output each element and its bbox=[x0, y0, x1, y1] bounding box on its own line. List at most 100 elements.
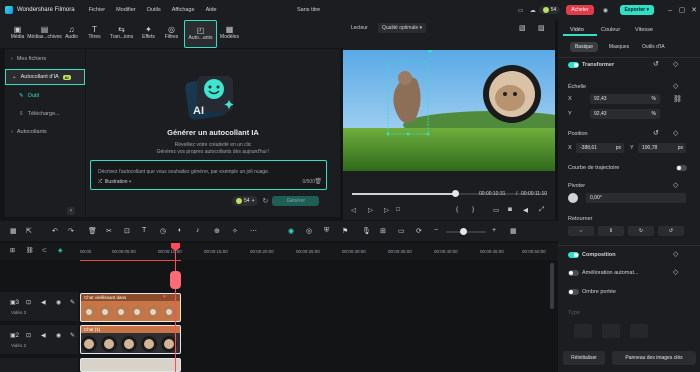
lock-icon[interactable]: ⊡ bbox=[26, 332, 31, 339]
camera-icon[interactable]: ◙ bbox=[508, 206, 512, 213]
rotate-dial[interactable] bbox=[568, 193, 578, 203]
flip-horizontal-button[interactable]: ⇔ bbox=[568, 226, 594, 236]
playhead-split-marker[interactable] bbox=[170, 271, 181, 289]
layout-icon[interactable]: ▦ bbox=[10, 227, 17, 235]
account-icon[interactable]: ◉ bbox=[600, 7, 612, 14]
mic-icon[interactable]: 🎙 bbox=[362, 227, 371, 235]
keyframe-icon[interactable]: ◇ bbox=[673, 268, 678, 276]
close-icon[interactable]: ✕ bbox=[688, 6, 700, 14]
snapshot-icon[interactable]: ▧ bbox=[519, 24, 526, 32]
color-icon[interactable]: ◐ bbox=[178, 227, 182, 234]
tab-video[interactable]: Vidéo bbox=[570, 27, 584, 33]
menu-view[interactable]: Affichage bbox=[172, 7, 195, 13]
video-preview[interactable] bbox=[343, 50, 555, 171]
zoom-fit-icon[interactable]: ⊕ bbox=[214, 227, 220, 235]
sidebar-item-tool[interactable]: ✎ Outil bbox=[5, 88, 85, 104]
grid-view-icon[interactable]: ▦ bbox=[510, 227, 517, 235]
tab-speed[interactable]: Vitesse bbox=[635, 27, 653, 33]
menu-edit[interactable]: Modifier bbox=[116, 7, 136, 13]
sidebar-item-stickers[interactable]: › Autocollants bbox=[5, 124, 85, 140]
snap-toggle-icon[interactable]: ◈ bbox=[58, 247, 63, 254]
display-icon[interactable]: ▭ bbox=[493, 206, 499, 214]
mark-out-icon[interactable]: } bbox=[472, 206, 474, 213]
crop-icon[interactable]: ⊡ bbox=[124, 227, 130, 235]
menu-tools[interactable]: Outils bbox=[147, 7, 161, 13]
next-frame-icon[interactable]: ▷ bbox=[384, 206, 389, 214]
plus-icon[interactable]: + bbox=[252, 198, 255, 204]
keyframe-panel-button[interactable]: Panneau des images clés bbox=[612, 351, 696, 365]
path-curve-toggle[interactable] bbox=[676, 165, 687, 171]
tab-media[interactable]: ▣ Média bbox=[7, 20, 28, 48]
keyframe-icon[interactable]: ◇ bbox=[673, 250, 678, 258]
undo-icon[interactable]: ↶ bbox=[52, 227, 58, 235]
play-icon[interactable]: ▷ bbox=[368, 206, 373, 214]
tab-stock-media[interactable]: ▤ Médias...chives bbox=[27, 20, 61, 48]
clip-video-2[interactable]: Chat (1) ♥ bbox=[80, 325, 181, 354]
monitor-icon[interactable]: ▭ bbox=[515, 7, 527, 14]
scale-y-field[interactable]: 92,43% bbox=[590, 109, 660, 119]
select-tool-icon[interactable]: ⇱ bbox=[26, 227, 32, 235]
keyframe-icon[interactable]: ◇ bbox=[673, 82, 678, 90]
keyframe-icon[interactable]: ◇ bbox=[673, 60, 678, 68]
mark-in-icon[interactable]: { bbox=[456, 206, 458, 213]
menu-help[interactable]: Aide bbox=[206, 7, 217, 13]
export-button[interactable]: Exporter ▾ bbox=[619, 5, 654, 15]
delete-icon[interactable]: 🗑 bbox=[88, 227, 97, 235]
audio-tool-icon[interactable]: ♪ bbox=[196, 227, 200, 234]
shadow-toggle[interactable] bbox=[568, 289, 579, 295]
tab-templates[interactable]: ▦ Modèles bbox=[219, 20, 240, 48]
visibility-icon[interactable]: ◉ bbox=[56, 299, 61, 306]
text-tool-icon[interactable]: T bbox=[142, 227, 146, 234]
minimize-icon[interactable]: – bbox=[664, 7, 676, 14]
mute-track-icon[interactable]: ✎ bbox=[70, 332, 75, 339]
clip-video-3[interactable]: Chat vieillissant dans ♥ bbox=[80, 293, 181, 322]
picture-icon[interactable]: ▨ bbox=[538, 24, 545, 32]
clip-video-1[interactable] bbox=[80, 358, 181, 372]
zoom-out-icon[interactable]: − bbox=[434, 227, 438, 234]
playhead-line[interactable] bbox=[175, 243, 176, 372]
rotate-left-button[interactable]: ↺ bbox=[658, 226, 684, 236]
shadow-preset[interactable] bbox=[602, 324, 620, 338]
trash-icon[interactable]: 🗑 bbox=[314, 178, 322, 185]
zoom-in-icon[interactable]: + bbox=[492, 227, 496, 234]
add-track-icon[interactable]: ⊞ bbox=[10, 247, 15, 254]
mute-track-icon[interactable]: ✎ bbox=[70, 299, 75, 306]
rotate-right-button[interactable]: ↻ bbox=[628, 226, 654, 236]
render-icon[interactable]: ⟳ bbox=[416, 227, 422, 235]
volume-icon[interactable]: ◀ bbox=[523, 206, 528, 214]
lock-icon[interactable]: ⊡ bbox=[26, 299, 31, 306]
subtab-basic[interactable]: Basique bbox=[570, 42, 598, 52]
auto-highlight-icon[interactable]: ◉ bbox=[288, 227, 294, 235]
menu-file[interactable]: Fichier bbox=[89, 7, 106, 13]
credits-badge[interactable]: 54 bbox=[538, 6, 561, 14]
quality-dropdown[interactable]: Qualité optimale ▾ bbox=[378, 23, 427, 33]
shield-icon[interactable]: ⛨ bbox=[324, 227, 329, 235]
prompt-input[interactable]: Décrivez l'autocollant que vous souhaite… bbox=[90, 160, 327, 190]
flip-vertical-button[interactable]: ⇕ bbox=[598, 226, 624, 236]
visibility-icon[interactable]: ◉ bbox=[56, 332, 61, 339]
work-area-bar[interactable] bbox=[80, 260, 181, 261]
magnet-icon[interactable]: ⊂ bbox=[42, 247, 47, 254]
timeline-scrollbar[interactable] bbox=[550, 263, 554, 309]
buy-button[interactable]: Acheter bbox=[566, 5, 594, 15]
audio-mute-icon[interactable]: ◀ bbox=[41, 332, 46, 339]
cut-icon[interactable]: ✂ bbox=[106, 227, 112, 235]
sidebar-item-my-files[interactable]: › Mes fichiers bbox=[5, 51, 85, 67]
tab-titles[interactable]: T Titres bbox=[84, 20, 105, 48]
composition-toggle[interactable] bbox=[568, 252, 579, 258]
tab-transitions[interactable]: ⇆ Tran...ions bbox=[107, 20, 136, 48]
tab-stickers[interactable]: ◰ Auto...ants bbox=[184, 20, 217, 48]
shadow-preset[interactable] bbox=[574, 324, 592, 338]
keyframe-icon[interactable]: ◇ bbox=[673, 181, 678, 189]
snap-icon[interactable]: ⊞ bbox=[380, 227, 386, 235]
refresh-icon[interactable]: ↻ bbox=[262, 197, 268, 205]
tab-filters[interactable]: ◎ Filtres bbox=[161, 20, 182, 48]
caption-icon[interactable]: ▭ bbox=[398, 227, 405, 235]
position-y-field[interactable]: 100,78 px bbox=[638, 143, 686, 153]
marker-icon[interactable]: ⚑ bbox=[342, 227, 348, 235]
sidebar-item-download[interactable]: ⇩ Télécharge... bbox=[5, 106, 85, 122]
prev-frame-icon[interactable]: ◁ bbox=[351, 206, 356, 214]
subtab-masks[interactable]: Masques bbox=[605, 42, 633, 52]
sidebar-item-ai-sticker[interactable]: ⌄ Autocollant d'IA AI bbox=[5, 69, 85, 85]
position-x-field[interactable]: -388,61 px bbox=[576, 143, 624, 153]
